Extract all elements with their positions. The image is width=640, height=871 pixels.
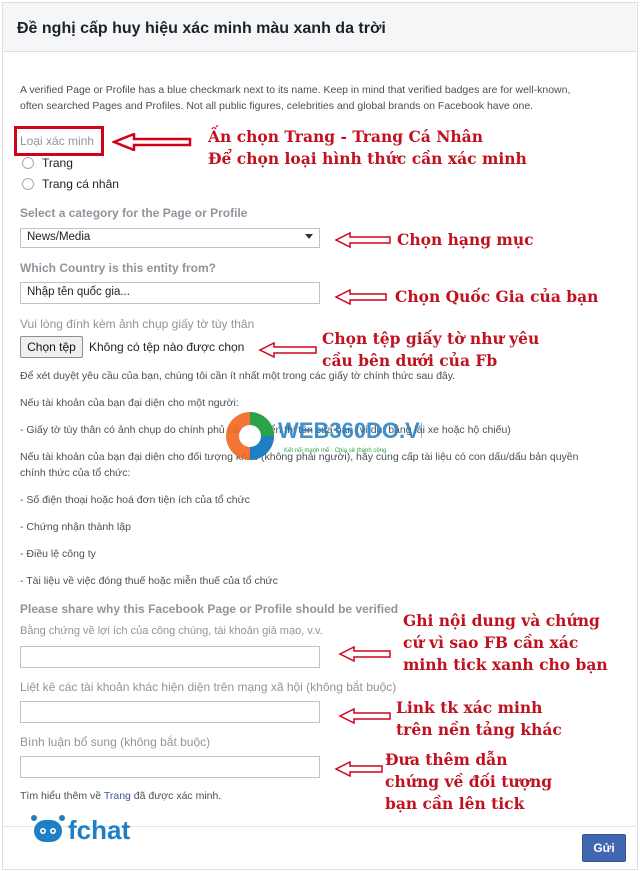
other-accounts-input[interactable] (20, 701, 320, 723)
annotation-line: cứ vì sao FB cần xác (403, 633, 579, 652)
annotation-line: Link tk xác minh (396, 698, 543, 717)
category-select[interactable]: News/Media (20, 228, 320, 248)
annotation-line: cầu bên dưới của Fb (322, 351, 498, 370)
requirements-person: Nếu tài khoản của bạn đại diện cho một n… (20, 397, 239, 409)
annotation-line: minh tick xanh cho bạn (403, 655, 608, 674)
arrow-left-icon (112, 133, 192, 151)
share-why-sublabel: Bằng chứng về lợi ích của công chúng, tà… (20, 625, 323, 637)
radio-label: Trang (42, 156, 73, 170)
annotation-comments: Đưa thêm dẫn chứng về đối tượng bạn cần … (385, 749, 552, 815)
annotation-line: Ấn chọn Trang - Trang Cá Nhân (208, 127, 483, 146)
fchat-text: fchat (68, 815, 130, 845)
radio-option-profile[interactable]: Trang cá nhân (22, 177, 119, 191)
robot-icon (31, 815, 65, 842)
annotation-line: Để chọn loại hình thức cần xác minh (208, 149, 527, 168)
radio-option-page[interactable]: Trang (22, 156, 73, 170)
country-input[interactable]: Nhập tên quốc gia... (20, 282, 320, 304)
arrow-left-icon (338, 646, 391, 662)
radio-button[interactable] (22, 157, 34, 169)
watermark-brand: WEB360DO.VN (278, 418, 422, 443)
id-attachment-label: Vui lòng đính kèm ảnh chụp giấy tờ tùy t… (20, 317, 255, 331)
annotation-category: Chọn hạng mục (397, 230, 534, 249)
annotation-line: bạn cần lên tick (385, 794, 525, 813)
choose-file-button[interactable]: Chọn tệp (20, 336, 83, 358)
radio-label: Trang cá nhân (42, 177, 119, 191)
chevron-down-icon (305, 234, 313, 239)
web360do-logo-icon (226, 412, 274, 460)
arrow-left-icon (334, 289, 387, 305)
arrow-left-icon (338, 708, 391, 724)
other-accounts-label: Liệt kê các tài khoản khác hiện diện trê… (20, 680, 397, 694)
requirements-item: - Điều lệ công ty (20, 548, 96, 560)
web360do-watermark: WEB360DO.VN Kết nối mạnh mẽ - Chia sẻ th… (226, 412, 422, 460)
annotation-line: Đưa thêm dẫn (385, 750, 508, 769)
country-label: Which Country is this entity from? (20, 261, 217, 275)
category-label: Select a category for the Page or Profil… (20, 206, 248, 220)
comments-input[interactable] (20, 756, 320, 778)
annotation-file: Chọn tệp giấy tờ như yêu cầu bên dưới củ… (322, 328, 539, 372)
arrow-left-icon (334, 232, 391, 248)
requirements-item: - Tài liệu về việc đóng thuế hoặc miễn t… (20, 575, 278, 587)
learn-more-prefix: Tìm hiểu thêm về (20, 790, 104, 802)
watermark-tagline: Kết nối mạnh mẽ - Chia sẻ thành công (284, 448, 386, 454)
share-why-input[interactable] (20, 646, 320, 668)
arrow-left-icon (258, 342, 317, 358)
requirements-item: - Số điện thoại hoặc hoá đơn tiện ích củ… (20, 494, 250, 506)
send-button[interactable]: Gửi (582, 834, 626, 862)
annotation-other-accounts: Link tk xác minh trên nền tảng khác (396, 697, 562, 741)
verification-type-label: Loại xác minh (20, 134, 95, 148)
learn-more-suffix: đã được xác minh. (130, 790, 222, 802)
arrow-left-icon (334, 761, 383, 777)
category-value: News/Media (27, 231, 91, 243)
annotation-verification-type: Ấn chọn Trang - Trang Cá Nhân Để chọn lo… (208, 126, 527, 170)
annotation-line: Chọn tệp giấy tờ như yêu (322, 329, 540, 348)
share-why-label: Please share why this Facebook Page or P… (20, 602, 399, 616)
annotation-line: trên nền tảng khác (396, 720, 562, 739)
learn-more-text: Tìm hiểu thêm về Trang đã được xác minh. (20, 790, 221, 802)
verified-pages-link[interactable]: Trang (104, 790, 131, 802)
radio-button[interactable] (22, 178, 34, 190)
comments-label: Bình luận bổ sung (không bắt buộc) (20, 735, 211, 749)
requirements-item: - Chứng nhận thành lập (20, 521, 131, 533)
intro-text: A verified Page or Profile has a blue ch… (20, 84, 571, 112)
dialog-header: Đề nghị cấp huy hiệu xác minh màu xanh d… (3, 3, 636, 52)
fchat-logo: fchat (31, 815, 130, 845)
annotation-line: Ghi nội dung và chứng (403, 611, 600, 630)
requirements-entity-2: chính thức của tổ chức: (20, 467, 131, 479)
annotation-country: Chọn Quốc Gia của bạn (395, 287, 599, 306)
file-status: Không có tệp nào được chọn (89, 340, 245, 354)
dialog-title: Đề nghị cấp huy hiệu xác minh màu xanh d… (17, 20, 386, 37)
annotation-share-why: Ghi nội dung và chứng cứ vì sao FB cần x… (403, 610, 608, 676)
annotation-line: chứng về đối tượng (385, 772, 553, 791)
